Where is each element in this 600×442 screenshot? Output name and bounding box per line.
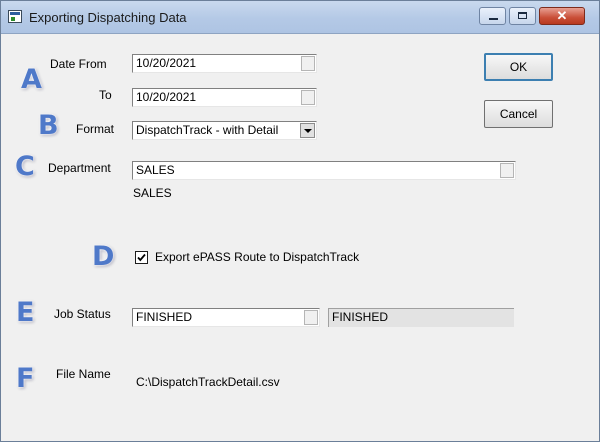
checkmark-icon: [137, 253, 146, 262]
date-to-label: To: [99, 88, 112, 102]
job-status-lookup-button[interactable]: [304, 310, 318, 325]
cancel-button[interactable]: Cancel: [484, 100, 553, 128]
dialog-window: Exporting Dispatching Data ✕ A B C D E F…: [0, 0, 600, 442]
department-description: SALES: [133, 186, 172, 200]
annotation-letter-b: B: [38, 110, 59, 141]
title-bar[interactable]: Exporting Dispatching Data ✕: [1, 1, 599, 34]
department-field[interactable]: SALES: [132, 161, 516, 180]
date-from-field[interactable]: 10/20/2021: [132, 54, 317, 73]
date-from-picker-button[interactable]: [301, 56, 315, 71]
close-icon: ✕: [556, 8, 568, 23]
export-epass-label[interactable]: Export ePASS Route to DispatchTrack: [155, 250, 359, 264]
minimize-icon: [489, 18, 498, 20]
department-value: SALES: [136, 163, 175, 177]
app-icon: [8, 10, 22, 23]
maximize-icon: [518, 12, 527, 19]
format-label: Format: [76, 122, 115, 136]
window-title: Exporting Dispatching Data: [29, 10, 187, 25]
chevron-down-icon[interactable]: [300, 123, 315, 138]
file-name-value: C:\DispatchTrackDetail.csv: [136, 375, 280, 389]
minimize-button[interactable]: [479, 7, 506, 25]
annotation-letter-c: C: [15, 151, 35, 182]
job-status-field[interactable]: FINISHED: [132, 308, 320, 327]
job-status-description: FINISHED: [328, 308, 514, 327]
date-to-picker-button[interactable]: [301, 90, 315, 105]
annotation-letter-f: F: [16, 363, 35, 394]
ok-button[interactable]: OK: [484, 53, 553, 81]
annotation-letter-a: A: [21, 64, 42, 95]
annotation-letter-d: D: [92, 241, 115, 272]
annotation-letter-e: E: [16, 297, 35, 328]
date-to-value: 10/20/2021: [136, 90, 197, 104]
format-select[interactable]: DispatchTrack - with Detail: [132, 121, 317, 140]
department-lookup-button[interactable]: [500, 163, 514, 178]
close-button[interactable]: ✕: [539, 7, 585, 25]
format-value: DispatchTrack - with Detail: [136, 123, 279, 137]
department-label: Department: [48, 161, 111, 175]
job-status-value: FINISHED: [136, 310, 193, 324]
date-to-field[interactable]: 10/20/2021: [132, 88, 317, 107]
dialog-client-area: A B C D E F Date From 10/20/2021 To 10/2…: [2, 34, 598, 440]
maximize-button[interactable]: [509, 7, 536, 25]
date-from-value: 10/20/2021: [136, 56, 197, 70]
job-status-label: Job Status: [54, 307, 111, 321]
date-from-label: Date From: [50, 57, 107, 71]
file-name-label: File Name: [56, 367, 111, 381]
export-epass-checkbox[interactable]: [135, 251, 148, 264]
